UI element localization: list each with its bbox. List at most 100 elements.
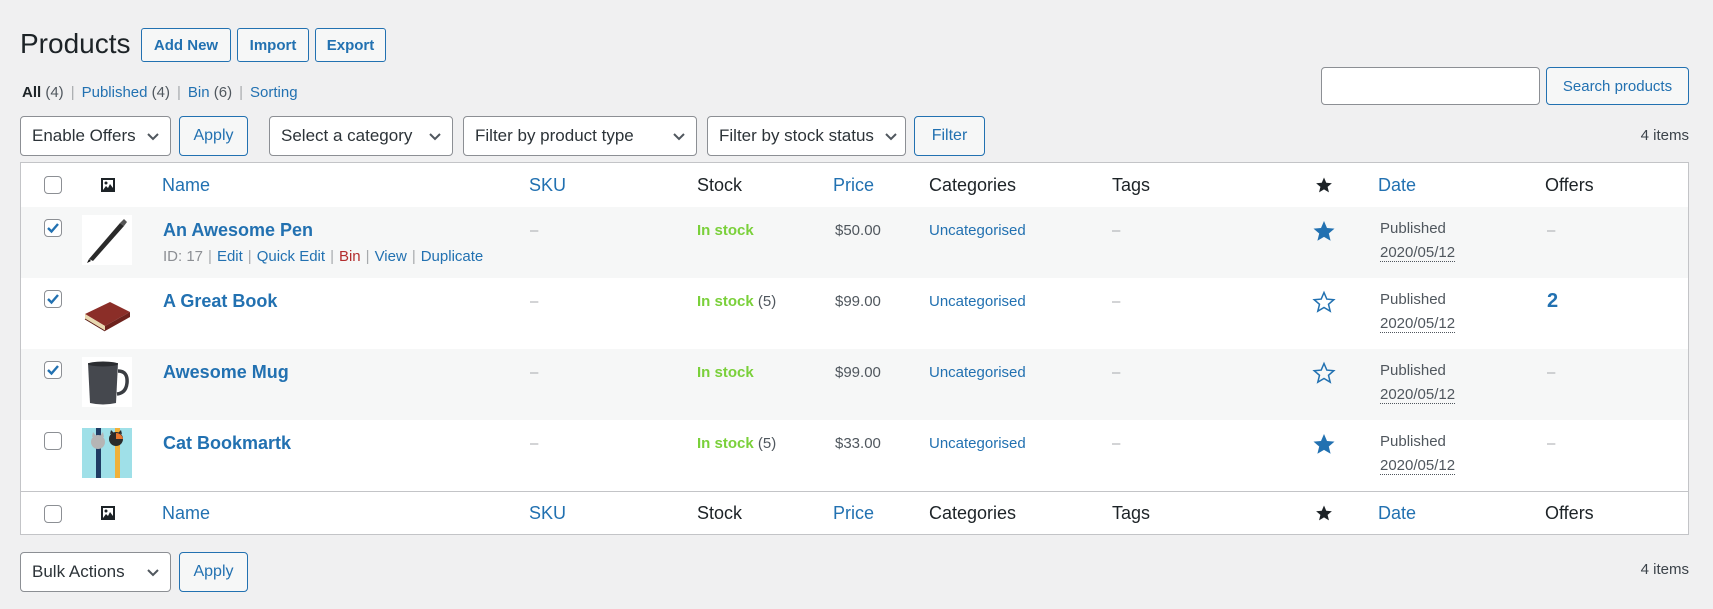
separator: |	[411, 248, 416, 265]
image-icon	[101, 178, 115, 192]
status-views: All (4) | Published (4) | Bin (6) | Sorting	[22, 84, 298, 101]
date-cell: Published 2020/05/12	[1380, 433, 1456, 475]
price-value: $33.00	[835, 435, 881, 452]
chevron-down-icon	[673, 133, 685, 141]
date-cell: Published 2020/05/12	[1380, 220, 1456, 262]
row-checkbox[interactable]	[44, 361, 62, 379]
export-button[interactable]: Export	[315, 28, 386, 62]
items-count-bottom: 4 items	[1640, 561, 1689, 578]
items-count-top: 4 items	[1640, 127, 1689, 144]
column-offers: Offers	[1545, 503, 1594, 523]
separator: |	[177, 84, 181, 101]
column-sku[interactable]: SKU	[529, 503, 566, 524]
product-thumbnail-mug[interactable]	[82, 357, 132, 407]
product-name-link[interactable]: Awesome Mug	[163, 362, 289, 383]
product-name-link[interactable]: A Great Book	[163, 291, 277, 312]
edit-link[interactable]: Edit	[217, 248, 243, 265]
select-all-checkbox[interactable]	[44, 176, 62, 194]
stock-status: In stock	[697, 364, 754, 381]
duplicate-link[interactable]: Duplicate	[421, 248, 484, 265]
checkmark-icon	[47, 294, 59, 305]
product-thumbnail-bookmark[interactable]	[82, 428, 132, 478]
column-name[interactable]: Name	[162, 503, 210, 524]
column-sku[interactable]: SKU	[529, 175, 566, 196]
product-id: ID: 17	[163, 248, 204, 265]
view-sorting[interactable]: Sorting	[250, 84, 298, 101]
featured-star-empty-icon[interactable]	[1312, 361, 1336, 385]
column-date[interactable]: Date	[1378, 175, 1416, 196]
search-products-button[interactable]: Search products	[1546, 67, 1689, 105]
category-link[interactable]: Uncategorised	[929, 293, 1026, 310]
add-new-button[interactable]: Add New	[141, 28, 231, 62]
search-input[interactable]	[1321, 67, 1540, 105]
price-value: $99.00	[835, 364, 881, 381]
featured-star-filled-icon[interactable]	[1312, 432, 1336, 456]
separator: |	[330, 248, 334, 265]
table-footer: Name SKU Stock Price Categories Tags Dat…	[21, 491, 1688, 536]
tags-value: –	[1112, 222, 1121, 239]
offers-value: –	[1547, 435, 1556, 452]
stock-status-filter-select[interactable]: Filter by stock status	[707, 116, 906, 156]
column-name[interactable]: Name	[162, 175, 210, 196]
separator: |	[239, 84, 244, 101]
bin-link[interactable]: Bin	[339, 248, 361, 265]
product-thumbnail-pen[interactable]	[82, 215, 132, 265]
offers-count-link[interactable]: 2	[1547, 290, 1558, 313]
sku-value: –	[530, 222, 539, 239]
product-name-link[interactable]: Cat Bookmartk	[163, 433, 291, 454]
tags-value: –	[1112, 435, 1121, 452]
bulk-actions-select-bottom[interactable]: Bulk Actions	[20, 552, 171, 592]
separator: |	[208, 248, 212, 265]
view-published[interactable]: Published (4)	[82, 84, 170, 101]
featured-star-filled-icon[interactable]	[1312, 219, 1336, 243]
column-categories: Categories	[929, 175, 1017, 195]
date-cell: Published 2020/05/12	[1380, 362, 1456, 404]
column-price[interactable]: Price	[833, 175, 874, 196]
table-row: Cat Bookmartk – In stock (5) $33.00 Unca…	[21, 420, 1688, 491]
bulk-actions-select-top[interactable]: Enable Offers	[20, 116, 171, 156]
table-row: Awesome Mug – In stock $99.00 Uncategori…	[21, 349, 1688, 420]
checkmark-icon	[47, 223, 59, 234]
separator: |	[70, 84, 75, 101]
category-filter-select[interactable]: Select a category	[269, 116, 453, 156]
filter-button[interactable]: Filter	[914, 116, 985, 156]
category-link[interactable]: Uncategorised	[929, 364, 1026, 381]
view-bin[interactable]: Bin (6)	[188, 84, 232, 101]
chevron-down-icon	[429, 133, 441, 141]
stock-status: In stock (5)	[697, 293, 777, 310]
row-checkbox[interactable]	[44, 219, 62, 237]
row-checkbox[interactable]	[44, 290, 62, 308]
row-checkbox[interactable]	[44, 432, 62, 450]
star-icon[interactable]	[1315, 504, 1333, 522]
table-header: Name SKU Stock Price Categories Tags Dat…	[21, 163, 1688, 208]
chevron-down-icon	[885, 133, 897, 141]
product-thumbnail-book[interactable]	[82, 286, 132, 336]
quick-edit-link[interactable]: Quick Edit	[257, 248, 325, 265]
apply-button-top[interactable]: Apply	[179, 116, 248, 156]
tags-value: –	[1112, 364, 1121, 381]
view-all[interactable]: All (4)	[22, 84, 64, 101]
star-icon[interactable]	[1315, 176, 1333, 194]
price-value: $50.00	[835, 222, 881, 239]
sku-value: –	[530, 364, 539, 381]
chevron-down-icon	[147, 569, 159, 577]
import-button[interactable]: Import	[237, 28, 309, 62]
product-name-link[interactable]: An Awesome Pen	[163, 220, 313, 241]
column-tags: Tags	[1112, 503, 1151, 523]
separator: |	[247, 248, 252, 265]
featured-star-empty-icon[interactable]	[1312, 290, 1336, 314]
stock-status: In stock (5)	[697, 435, 777, 452]
column-stock: Stock	[697, 503, 743, 523]
view-link[interactable]: View	[375, 248, 407, 265]
offers-value: –	[1547, 222, 1556, 239]
category-link[interactable]: Uncategorised	[929, 435, 1026, 452]
product-type-filter-select[interactable]: Filter by product type	[463, 116, 697, 156]
page-title: Products	[20, 28, 131, 59]
select-all-checkbox-bottom[interactable]	[44, 505, 62, 523]
column-price[interactable]: Price	[833, 503, 874, 524]
table-row: An Awesome Pen ID: 17 | Edit | Quick Edit | Bi…	[21, 207, 1688, 278]
category-link[interactable]: Uncategorised	[929, 222, 1026, 239]
apply-button-bottom[interactable]: Apply	[179, 552, 248, 592]
offers-value: –	[1547, 364, 1556, 381]
column-date[interactable]: Date	[1378, 503, 1416, 524]
